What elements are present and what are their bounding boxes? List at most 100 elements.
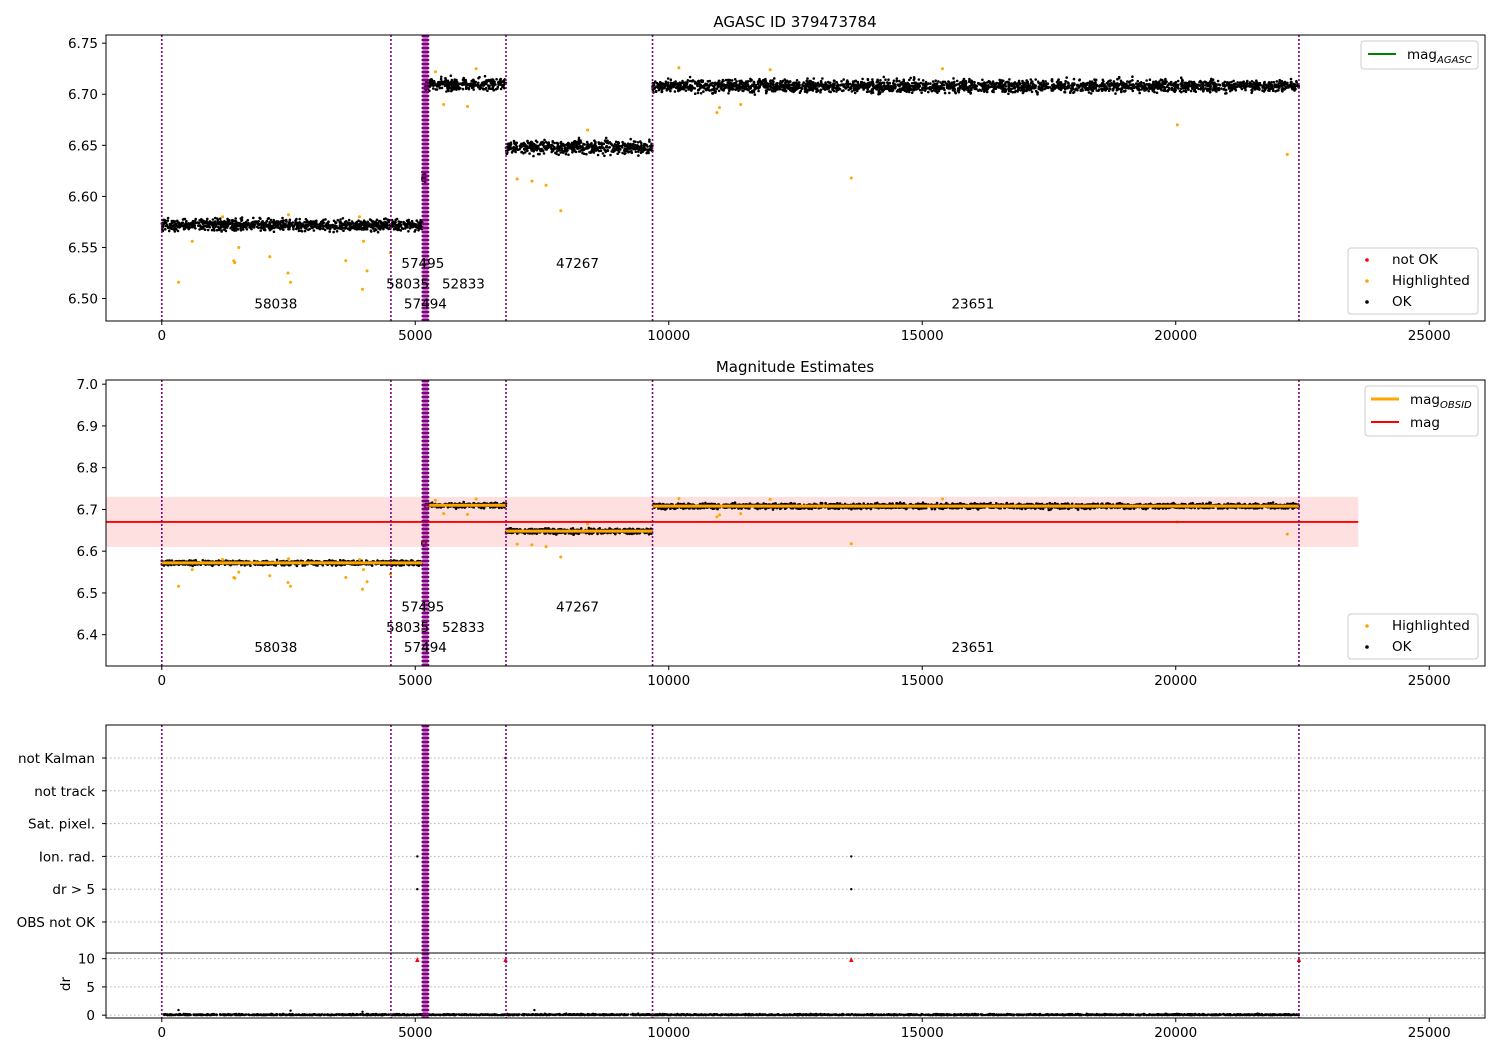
- ok-point: [819, 88, 823, 92]
- ok-point: [1122, 82, 1126, 85]
- ok-point: [582, 148, 586, 152]
- ok-point: [259, 226, 263, 229]
- ok-point: [699, 92, 703, 95]
- ok-point: [1139, 85, 1142, 88]
- ok-point: [308, 223, 311, 226]
- ok-point: [902, 78, 905, 81]
- ok-point: [167, 229, 171, 233]
- ok-point: [637, 145, 641, 149]
- ok-point: [166, 216, 170, 220]
- ok-point: [376, 230, 380, 234]
- ok-point: [556, 147, 559, 150]
- panel1-legend-lower[interactable]: not OK Highlighted OK: [1347, 247, 1479, 315]
- ok-point: [983, 86, 986, 89]
- ok-point: [643, 148, 647, 152]
- ok-point: [394, 227, 397, 231]
- ok-point: [846, 80, 850, 84]
- ok-point: [581, 151, 584, 155]
- ok-point: [918, 84, 922, 88]
- ok-point: [1036, 80, 1040, 83]
- ok-point: [775, 82, 778, 85]
- ok-point: [1116, 88, 1120, 91]
- ok-point: [948, 91, 951, 95]
- ok-point: [288, 227, 291, 231]
- ok-point: [1046, 82, 1050, 85]
- ok-point: [773, 88, 776, 92]
- ok-point: [249, 226, 253, 230]
- ok-point: [933, 82, 937, 85]
- ok-point: [322, 224, 325, 228]
- panel1-legend-upper[interactable]: magAGASC: [1360, 40, 1479, 70]
- ok-point: [315, 223, 319, 226]
- ok-point: [610, 142, 613, 146]
- ok-point: [807, 83, 811, 87]
- ok-point: [310, 226, 314, 230]
- ok-point: [955, 79, 959, 83]
- ok-point: [776, 87, 779, 90]
- ok-point: [961, 85, 965, 89]
- ok-point: [1159, 85, 1162, 89]
- ok-point: [1118, 83, 1122, 86]
- ok-point: [327, 224, 330, 227]
- ok-point: [660, 90, 663, 94]
- ok-point: [866, 78, 870, 82]
- ok-point: [263, 221, 266, 225]
- ok-point: [1150, 87, 1153, 90]
- ok-point: [962, 82, 965, 86]
- ok-point: [894, 85, 897, 88]
- ok-point: [910, 82, 914, 85]
- ok-point: [1043, 83, 1047, 87]
- ok-point: [368, 223, 372, 227]
- ok-point: [226, 224, 230, 227]
- ok-point: [538, 143, 542, 146]
- ok-point: [691, 79, 695, 82]
- ok-point: [964, 79, 968, 83]
- ok-point: [1009, 90, 1012, 93]
- ok-point: [542, 152, 546, 155]
- ok-point: [229, 222, 232, 225]
- ok-point: [330, 225, 334, 229]
- ok-point: [1095, 89, 1098, 92]
- ok-point: [1145, 79, 1148, 82]
- ok-point: [1120, 89, 1123, 93]
- ok-point: [1231, 84, 1234, 87]
- ok-point: [842, 78, 845, 81]
- ok-point: [184, 222, 187, 226]
- ok-point: [880, 88, 884, 92]
- ok-point: [1223, 80, 1227, 84]
- ok-point: [673, 90, 677, 93]
- legend-not-ok-label: not OK: [1392, 252, 1439, 268]
- ok-point: [763, 82, 767, 85]
- ok-point: [445, 81, 448, 85]
- ok-point: [557, 153, 560, 157]
- ok-point: [711, 92, 714, 95]
- ok-point: [203, 224, 206, 228]
- ok-point: [392, 223, 396, 226]
- p1-ytick-label: 6.75: [68, 36, 98, 52]
- ok-point: [805, 79, 808, 83]
- ok-point: [828, 81, 831, 85]
- ok-point: [860, 85, 864, 89]
- ok-point: [194, 227, 197, 230]
- ok-point: [555, 141, 559, 145]
- ok-point: [355, 221, 359, 224]
- ok-point: [1113, 86, 1116, 89]
- p1-ytick-label: 6.50: [68, 292, 98, 308]
- highlighted-point: [474, 67, 478, 71]
- ok-point: [1025, 79, 1028, 82]
- ok-point: [1227, 82, 1231, 85]
- ok-point: [840, 80, 843, 83]
- ok-point: [305, 220, 308, 224]
- ok-point: [269, 227, 273, 231]
- ok-point: [218, 217, 222, 220]
- ok-point: [419, 220, 422, 224]
- ok-point: [891, 88, 895, 92]
- ok-point: [739, 85, 743, 89]
- ok-point: [639, 151, 643, 154]
- ok-point: [176, 225, 180, 229]
- ok-point: [1267, 81, 1271, 85]
- ok-point: [792, 90, 795, 94]
- ok-point: [440, 86, 444, 90]
- ok-point: [1092, 87, 1096, 90]
- ok-point: [244, 226, 248, 229]
